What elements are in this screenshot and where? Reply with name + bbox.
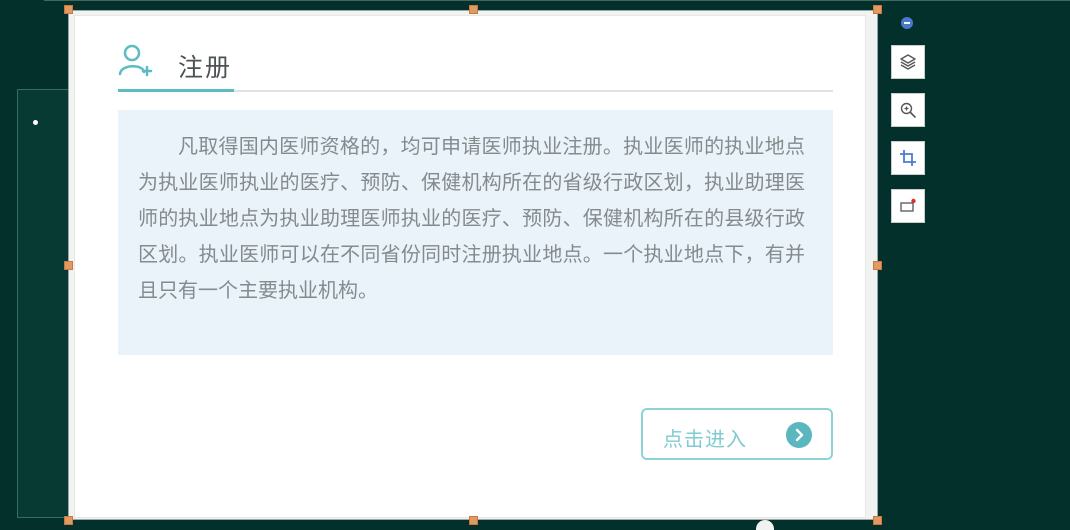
resize-handle-bottom[interactable] <box>469 516 478 525</box>
zoom-in-icon <box>900 102 916 118</box>
resize-handle-top[interactable] <box>469 5 478 14</box>
bullet-dot <box>33 120 38 125</box>
resize-handle-left[interactable] <box>64 261 73 270</box>
resize-handle-top-left[interactable] <box>64 5 73 14</box>
description-text: 凡取得国内医师资格的，均可申请医师执业注册。执业医师的执业地点为执业医师执业的医… <box>138 134 805 302</box>
screen-capture-button[interactable] <box>891 189 925 223</box>
screen-capture-icon <box>900 198 916 212</box>
crop-button[interactable] <box>891 141 925 175</box>
resize-handle-bottom-right[interactable] <box>873 516 882 525</box>
resize-handle-top-right[interactable] <box>873 5 882 14</box>
enter-button[interactable]: 点击进入 <box>641 408 833 460</box>
resize-handle-right[interactable] <box>873 261 882 270</box>
user-add-icon <box>118 44 153 77</box>
zoom-in-button[interactable] <box>891 93 925 127</box>
layers-icon <box>900 54 916 70</box>
top-divider <box>44 0 1070 1</box>
minus-circle-icon[interactable] <box>901 17 913 29</box>
header-accent-underline <box>118 89 234 92</box>
card-header: 注册 <box>118 40 833 92</box>
description-box: 凡取得国内医师资格的，均可申请医师执业注册。执业医师的执业地点为执业医师执业的医… <box>118 110 833 355</box>
layers-button[interactable] <box>891 45 925 79</box>
resize-handle-bottom-left[interactable] <box>64 516 73 525</box>
chevron-right-icon <box>786 422 812 448</box>
bottom-knob <box>756 520 774 530</box>
card-title: 注册 <box>178 53 233 82</box>
crop-icon <box>900 150 916 166</box>
background-panel <box>17 89 70 518</box>
enter-button-label: 点击进入 <box>663 427 747 451</box>
